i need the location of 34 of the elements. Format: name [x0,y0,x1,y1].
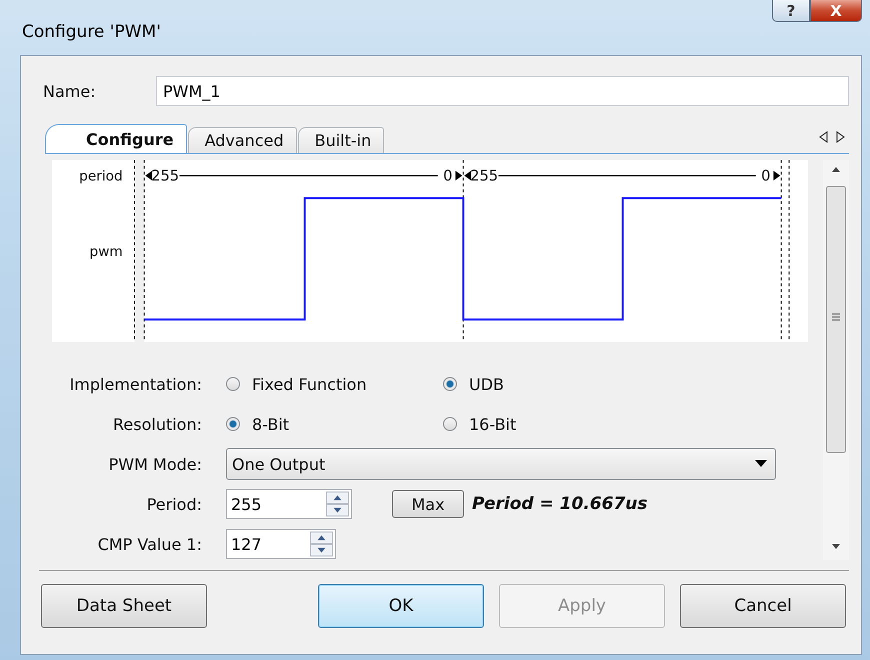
radio-label[interactable]: Fixed Function [252,374,367,394]
field-label: Implementation: [68,374,202,394]
name-label: Name: [42,82,97,100]
radio-label[interactable]: UDB [469,374,504,394]
window-title: Configure 'PWM' [22,22,161,42]
field-label: Resolution: [112,414,202,434]
dialog-button[interactable]: Cancel [680,584,846,628]
dialog-button[interactable]: OK [318,584,484,628]
radio-button[interactable] [443,377,457,391]
name-field[interactable]: PWM_1 [156,76,849,106]
row-label: pwm [90,244,123,260]
count-label: 255 [470,168,498,185]
count-label: 0 [443,168,452,185]
mode-dropdown[interactable]: One Output [226,448,776,480]
tab[interactable]: Configure [45,124,187,153]
radio-button[interactable] [443,417,457,431]
field-label: CMP Value 1: [96,534,202,554]
help-button[interactable]: ? [772,0,810,22]
field-label: Period: [146,494,202,514]
radio-button[interactable] [226,417,240,431]
field-label: PWM Mode: [108,454,202,474]
row-label: period [79,168,123,185]
count-label: 0 [761,168,771,185]
tab[interactable]: Advanced [188,127,297,153]
dropdown-caret-icon [755,460,767,468]
dialog-button[interactable]: Data Sheet [41,584,207,628]
radio-label[interactable]: 8-Bit [252,414,290,434]
tab[interactable]: Built-in [298,127,384,153]
close-button[interactable]: X [810,0,862,22]
max-button[interactable]: Max [392,490,464,518]
count-label: 255 [151,168,180,185]
period-readout: Period = 10.667us [472,494,648,514]
radio-label[interactable]: 16-Bit [469,414,516,434]
radio-button[interactable] [226,377,240,391]
